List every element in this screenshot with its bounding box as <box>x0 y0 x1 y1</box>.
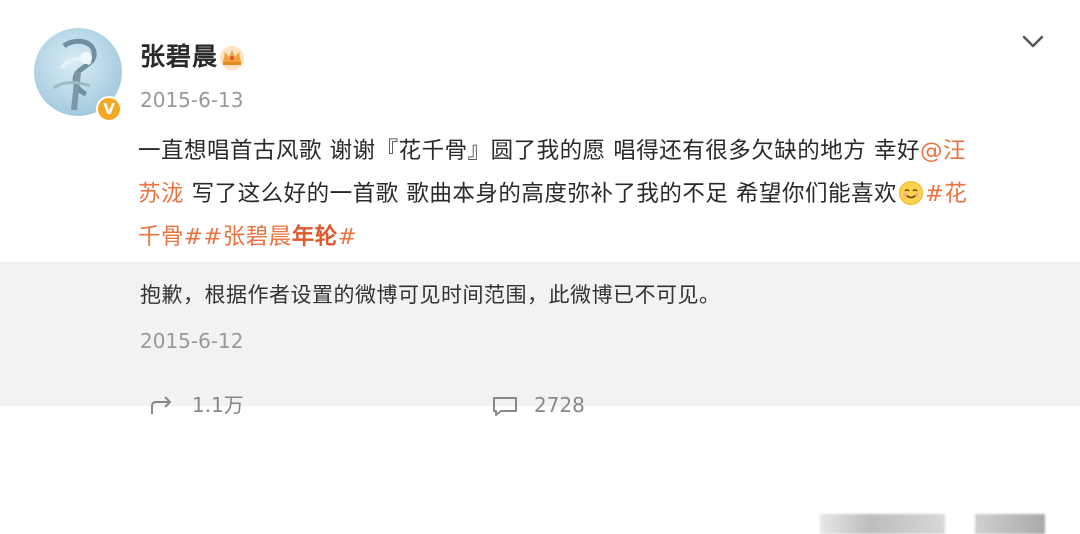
post-header: V 张碧晨 2015-6-13 <box>0 0 1080 130</box>
unavailable-notice: 抱歉，根据作者设置的微博可见时间范围，此微博已不可见。 <box>140 283 721 307</box>
hashtag-highlight: 年轮 <box>291 224 338 250</box>
smile-icon <box>898 181 923 205</box>
chevron-down-icon[interactable] <box>1020 28 1046 54</box>
hashtag-link[interactable]: #花 <box>925 181 967 207</box>
hashtag-link[interactable]: #张碧晨年轮# <box>203 224 357 250</box>
post-line-3: 千骨##张碧晨年轮# <box>138 216 1048 259</box>
comment-count: 2728 <box>534 393 585 417</box>
share-icon <box>151 396 171 414</box>
repost-time[interactable]: 2015-6-12 <box>140 327 244 355</box>
hashtag-link[interactable]: 千骨# <box>138 224 203 250</box>
post-content: 一直想唱首古风歌 谢谢『花千骨』圆了我的愿 唱得还有很多欠缺的地方 幸好@汪 苏… <box>138 130 1048 259</box>
comment-icon <box>493 397 517 416</box>
repost-box[interactable]: 抱歉，根据作者设置的微博可见时间范围，此微博已不可见。 2015-6-12 1.… <box>0 262 1080 534</box>
post-time[interactable]: 2015-6-13 <box>140 86 244 114</box>
post-text: 写了这么好的一首歌 歌曲本身的高度弥补了我的不足 希望你们能喜欢 <box>184 181 897 207</box>
crown-icon <box>220 46 244 70</box>
share-count: 1.1万 <box>192 393 244 417</box>
like-count <box>975 514 1045 534</box>
mention-link[interactable]: 苏泷 <box>138 181 184 207</box>
post-text: 一直想唱首古风歌 谢谢『花千骨』圆了我的愿 唱得还有很多欠缺的地方 幸好 <box>138 138 920 164</box>
post-line-1: 一直想唱首古风歌 谢谢『花千骨』圆了我的愿 唱得还有很多欠缺的地方 幸好@汪 <box>138 130 1048 173</box>
mention-link[interactable]: @汪 <box>920 138 966 164</box>
hashtag-text: #张碧晨 <box>203 224 292 250</box>
post-line-2: 苏泷 写了这么好的一首歌 歌曲本身的高度弥补了我的不足 希望你们能喜欢 #花 <box>138 173 1048 216</box>
user-name[interactable]: 张碧晨 <box>140 40 218 74</box>
like-button[interactable] <box>820 514 945 534</box>
action-bar: 1.1万 2728 <box>0 388 1080 534</box>
hashtag-text: # <box>337 224 358 250</box>
verified-badge: V <box>96 96 122 122</box>
